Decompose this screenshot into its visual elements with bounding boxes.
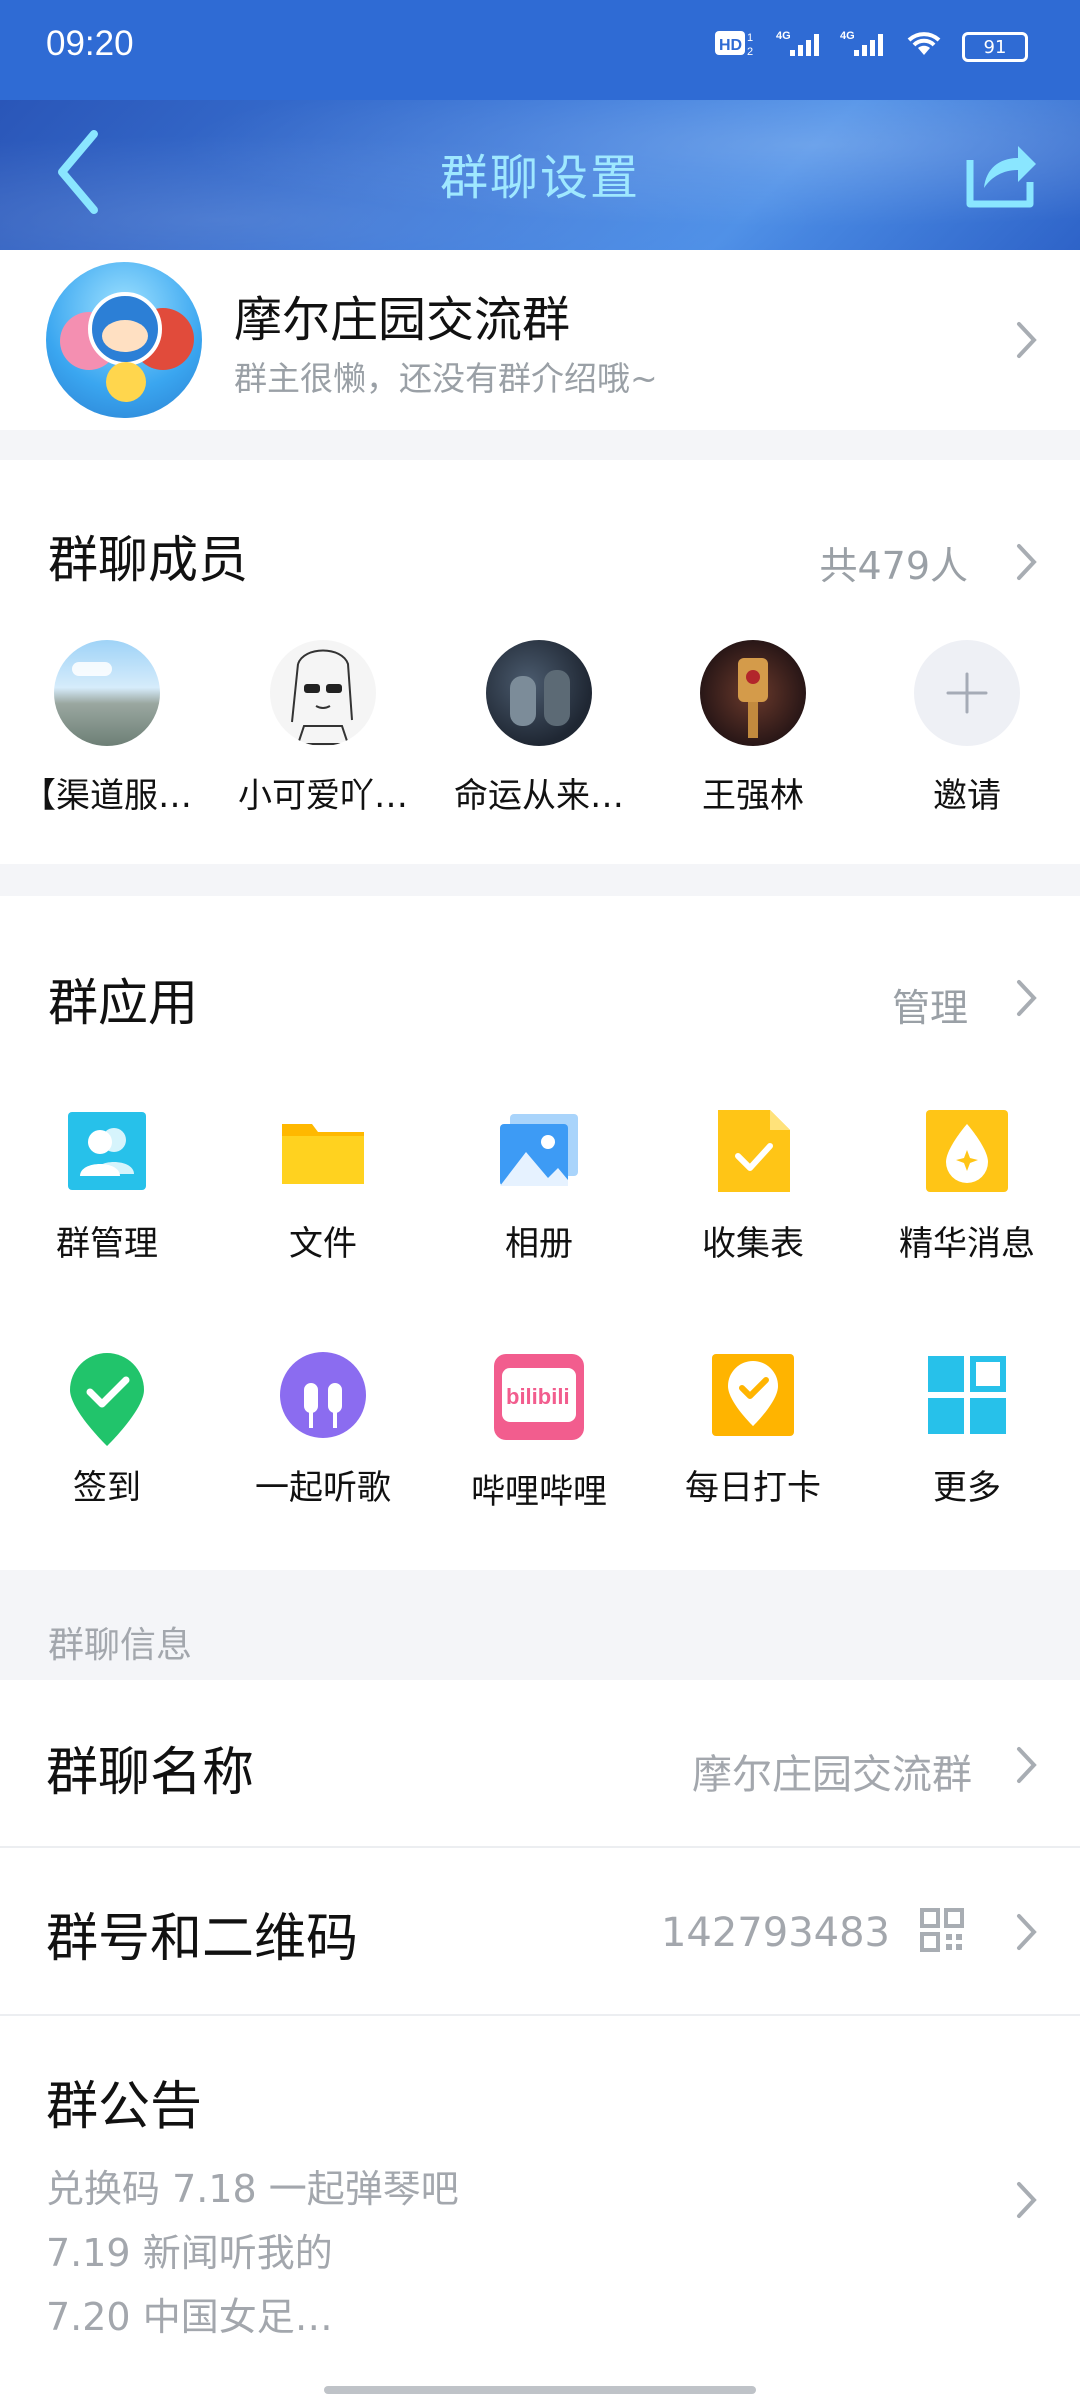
invite-button[interactable]: 邀请 — [882, 640, 1052, 817]
svg-text:bilibili: bilibili — [506, 1384, 570, 1409]
battery-level: 91 — [983, 36, 1007, 58]
members-title: 群聊成员 — [48, 531, 248, 589]
group-name: 摩尔庄园交流群 — [234, 292, 571, 348]
apps-manage-link[interactable]: 管理 — [892, 977, 968, 1032]
avatar — [700, 640, 806, 746]
app-label: 收集表 — [702, 1224, 804, 1264]
group-name-title: 群聊名称 — [46, 1743, 255, 1803]
apps-title: 群应用 — [48, 974, 198, 1032]
member-name: 命运从来… — [454, 776, 624, 816]
app-label: 一起听歌 — [255, 1468, 391, 1508]
app-checkin[interactable]: 签到 — [22, 1352, 192, 1509]
member-item[interactable]: 小可爱吖… — [238, 640, 408, 817]
form-icon — [710, 1108, 796, 1194]
notice-line: 7.19 新闻听我的 — [46, 2231, 333, 2275]
status-bar: 09:20 HD 1 2 4G 4G 91 — [0, 0, 1080, 100]
app-label: 群管理 — [56, 1224, 158, 1264]
svg-text:2: 2 — [747, 46, 753, 58]
group-description: 群主很懒，还没有群介绍哦~ — [234, 359, 658, 398]
app-group-manage[interactable]: 群管理 — [22, 1108, 192, 1265]
more-grid-icon — [924, 1352, 1010, 1438]
app-files[interactable]: 文件 — [238, 1108, 408, 1265]
svg-text:4G: 4G — [840, 30, 855, 42]
avatar — [914, 640, 1020, 746]
hd-icon: HD 1 2 — [714, 28, 758, 66]
signal-4g-icon: 4G — [776, 28, 822, 66]
essence-icon — [924, 1108, 1010, 1194]
notice-line: 7.20 中国女足… — [46, 2295, 333, 2339]
app-label: 精华消息 — [899, 1224, 1035, 1264]
share-button[interactable] — [960, 132, 1040, 212]
bilibili-icon: bilibili — [492, 1352, 586, 1442]
chevron-right-icon[interactable] — [1014, 542, 1040, 582]
share-icon — [966, 146, 1036, 208]
group-profile-row[interactable]: 摩尔庄园交流群 群主很懒，还没有群介绍哦~ — [0, 250, 1080, 430]
app-label: 文件 — [289, 1224, 357, 1264]
app-more[interactable]: 更多 — [882, 1352, 1052, 1509]
members-count[interactable]: 共479人 — [819, 535, 968, 590]
member-name: 王强林 — [702, 776, 804, 816]
album-icon — [496, 1108, 582, 1194]
header-bar: 群聊设置 — [0, 100, 1080, 250]
group-avatar — [46, 262, 202, 418]
group-notice-title: 群公告 — [46, 2077, 203, 2137]
avatar — [54, 640, 160, 746]
member-item[interactable]: 【渠道服… — [22, 640, 192, 817]
battery-icon: 91 — [962, 32, 1028, 62]
chevron-right-icon — [1017, 2182, 1037, 2218]
checkin-icon — [64, 1352, 150, 1446]
avatar — [486, 640, 592, 746]
status-time: 09:20 — [46, 24, 134, 63]
app-form[interactable]: 收集表 — [668, 1108, 838, 1265]
wifi-icon — [904, 28, 944, 66]
group-name-value: 摩尔庄园交流群 — [692, 1752, 972, 1798]
avatar — [270, 640, 376, 746]
app-daily-punch[interactable]: 每日打卡 — [668, 1352, 838, 1509]
svg-text:1: 1 — [747, 32, 753, 44]
member-item[interactable]: 命运从来… — [454, 640, 624, 817]
app-album[interactable]: 相册 — [454, 1108, 624, 1265]
app-essence[interactable]: 精华消息 — [882, 1108, 1052, 1265]
home-indicator[interactable] — [324, 2386, 756, 2394]
app-bilibili[interactable]: bilibili 哔哩哔哩 — [454, 1352, 624, 1513]
app-label: 每日打卡 — [685, 1468, 821, 1508]
group-number-value: 142793483 — [660, 1910, 890, 1956]
page-title: 群聊设置 — [439, 150, 640, 206]
app-label: 相册 — [505, 1224, 573, 1264]
group-manage-icon — [64, 1108, 150, 1194]
signal-4g-icon: 4G — [840, 28, 886, 66]
folder-icon — [280, 1108, 366, 1194]
member-name: 【渠道服… — [22, 776, 192, 816]
svg-text:4G: 4G — [776, 30, 791, 42]
daily-punch-icon — [710, 1352, 796, 1438]
qrcode-icon — [920, 1908, 964, 1952]
app-label: 更多 — [933, 1468, 1001, 1508]
section-divider — [0, 430, 1080, 460]
svg-text:HD: HD — [719, 37, 742, 54]
status-icons: HD 1 2 4G 4G 91 — [714, 28, 1028, 66]
section-divider — [0, 864, 1080, 896]
member-name: 小可爱吖… — [238, 776, 408, 816]
plus-icon — [946, 672, 988, 714]
app-label: 签到 — [73, 1468, 141, 1508]
group-number-title: 群号和二维码 — [46, 1909, 359, 1969]
notice-line: 兑换码 7.18 一起弹琴吧 — [46, 2167, 459, 2211]
member-item[interactable]: 王强林 — [668, 640, 838, 817]
app-label: 哔哩哔哩 — [471, 1472, 607, 1512]
chevron-right-icon[interactable] — [1014, 978, 1040, 1018]
chevron-right-icon — [1017, 1914, 1037, 1950]
info-section-label: 群聊信息 — [48, 1625, 193, 1666]
headphones-icon — [280, 1352, 366, 1438]
chevron-right-icon — [1017, 1747, 1037, 1783]
member-name: 邀请 — [933, 776, 1001, 816]
app-listen-together[interactable]: 一起听歌 — [238, 1352, 408, 1509]
chevron-right-icon — [1017, 322, 1037, 358]
